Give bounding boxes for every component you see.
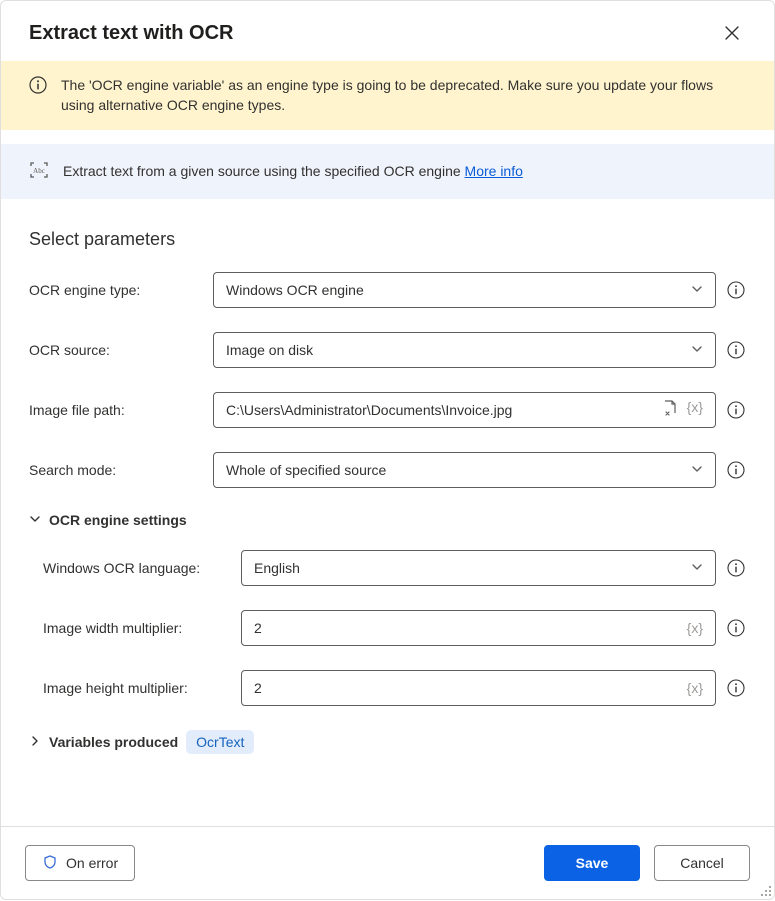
label-ocr-engine-type: OCR engine type: (29, 282, 199, 298)
on-error-button[interactable]: On error (25, 845, 135, 881)
label-width-multiplier: Image width multiplier: (43, 620, 227, 636)
row-ocr-language: Windows OCR language: English (43, 550, 746, 586)
toggle-ocr-engine-settings[interactable]: OCR engine settings (29, 512, 746, 528)
input-value: C:\Users\Administrator\Documents\Invoice… (226, 402, 661, 418)
variable-pill-ocrtext[interactable]: OcrText (186, 730, 254, 754)
variables-produced-header: Variables produced (49, 734, 178, 750)
select-value: Whole of specified source (226, 462, 386, 478)
select-ocr-language[interactable]: English (241, 550, 716, 586)
select-ocr-engine-type[interactable]: Windows OCR engine (213, 272, 716, 308)
more-info-link[interactable]: More info (465, 163, 523, 179)
chevron-down-icon (691, 462, 703, 478)
input-height-multiplier[interactable]: 2 {x} (241, 670, 716, 706)
dialog-header: Extract text with OCR (1, 1, 774, 61)
row-search-mode: Search mode: Whole of specified source (29, 452, 746, 488)
dialog-body: Select parameters OCR engine type: Windo… (1, 199, 774, 826)
toggle-variables-produced[interactable]: Variables produced OcrText (29, 730, 746, 754)
close-button[interactable] (718, 19, 746, 47)
deprecation-warning-banner: The 'OCR engine variable' as an engine t… (1, 61, 774, 130)
help-ocr-source[interactable] (726, 340, 746, 360)
resize-grip[interactable] (759, 884, 773, 898)
variable-icon[interactable]: {x} (687, 399, 703, 420)
on-error-label: On error (66, 855, 118, 871)
cancel-label: Cancel (680, 855, 724, 871)
help-width-multiplier[interactable] (726, 618, 746, 638)
warning-message: The 'OCR engine variable' as an engine t… (61, 75, 734, 116)
svg-text:Abc: Abc (33, 167, 45, 175)
action-description: Extract text from a given source using t… (63, 163, 523, 179)
input-width-multiplier[interactable]: 2 {x} (241, 610, 716, 646)
file-select-icon[interactable] (661, 399, 679, 420)
chevron-down-icon (691, 282, 703, 298)
shield-icon (42, 854, 58, 873)
label-ocr-source: OCR source: (29, 342, 199, 358)
help-height-multiplier[interactable] (726, 678, 746, 698)
chevron-down-icon (691, 560, 703, 576)
chevron-right-small-icon (29, 734, 41, 750)
variable-icon[interactable]: {x} (687, 680, 703, 696)
help-ocr-engine-type[interactable] (726, 280, 746, 300)
input-image-file-path[interactable]: C:\Users\Administrator\Documents\Invoice… (213, 392, 716, 428)
help-search-mode[interactable] (726, 460, 746, 480)
row-ocr-source: OCR source: Image on disk (29, 332, 746, 368)
row-height-multiplier: Image height multiplier: 2 {x} (43, 670, 746, 706)
ocr-engine-settings-header: OCR engine settings (49, 512, 187, 528)
save-label: Save (576, 855, 609, 871)
select-value: English (254, 560, 300, 576)
help-image-file-path[interactable] (726, 400, 746, 420)
section-title: Select parameters (29, 229, 746, 250)
select-ocr-source[interactable]: Image on disk (213, 332, 716, 368)
select-value: Image on disk (226, 342, 313, 358)
input-value: 2 (254, 620, 687, 636)
row-width-multiplier: Image width multiplier: 2 {x} (43, 610, 746, 646)
dialog-title: Extract text with OCR (29, 22, 233, 45)
label-search-mode: Search mode: (29, 462, 199, 478)
label-image-file-path: Image file path: (29, 402, 199, 418)
label-ocr-language: Windows OCR language: (43, 560, 227, 576)
ocr-engine-settings-body: Windows OCR language: English Image widt… (43, 550, 746, 706)
row-image-file-path: Image file path: C:\Users\Administrator\… (29, 392, 746, 428)
select-value: Windows OCR engine (226, 282, 364, 298)
action-description-banner: Abc Extract text from a given source usi… (1, 144, 774, 199)
close-icon (725, 26, 739, 40)
input-value: 2 (254, 680, 687, 696)
variable-icon[interactable]: {x} (687, 620, 703, 636)
action-description-text: Extract text from a given source using t… (63, 163, 465, 179)
dialog-extract-text-ocr: Extract text with OCR The 'OCR engine va… (0, 0, 775, 900)
label-height-multiplier: Image height multiplier: (43, 680, 227, 696)
dialog-footer: On error Save Cancel (1, 826, 774, 899)
select-search-mode[interactable]: Whole of specified source (213, 452, 716, 488)
info-circle-icon (29, 76, 47, 97)
help-ocr-language[interactable] (726, 558, 746, 578)
chevron-down-icon (691, 342, 703, 358)
row-ocr-engine-type: OCR engine type: Windows OCR engine (29, 272, 746, 308)
chevron-down-small-icon (29, 512, 41, 528)
save-button[interactable]: Save (544, 845, 640, 881)
cancel-button[interactable]: Cancel (654, 845, 750, 881)
ocr-box-icon: Abc (29, 160, 49, 183)
